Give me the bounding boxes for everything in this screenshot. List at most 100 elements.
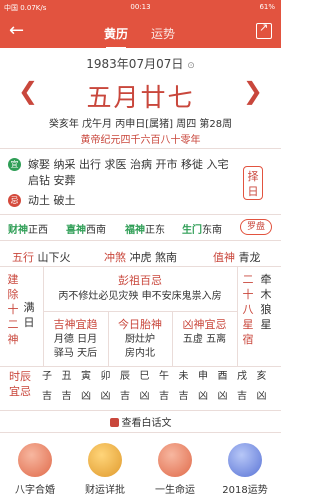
share-icon[interactable] bbox=[256, 21, 272, 39]
fortune-icon bbox=[228, 443, 262, 477]
xiongshen-title: 凶神宜忌 bbox=[182, 318, 227, 331]
jishen-title: 吉神宜趋 bbox=[53, 318, 98, 331]
hour-column: 亥凶 bbox=[253, 369, 271, 404]
yi-section: 宜 嫁娶 纳采 出行 求医 治病 开市 移徙 入宅 启钻 安葬 bbox=[8, 157, 233, 189]
tab-yunshi[interactable]: 运势 bbox=[151, 25, 175, 42]
hour-column: 寅凶 bbox=[77, 369, 95, 404]
divider bbox=[0, 148, 281, 149]
wuxing: 五行 山下火 bbox=[12, 251, 71, 264]
hour-luck: 吉 bbox=[237, 391, 247, 402]
grid-line bbox=[237, 266, 238, 366]
document-icon bbox=[109, 418, 119, 427]
hours-luck: 时辰宜忌 子吉丑吉寅凶卯凶辰吉巳凶午吉未吉申凶酉凶戌吉亥凶 bbox=[0, 369, 281, 409]
ingot-icon bbox=[88, 443, 122, 477]
divider bbox=[0, 214, 281, 215]
shortcut-2018[interactable]: 2018运势 bbox=[210, 440, 280, 496]
book-icon bbox=[18, 443, 52, 477]
next-day-button[interactable]: ❯ bbox=[243, 78, 263, 104]
shortcut-mingyun[interactable]: 一生命运 bbox=[140, 440, 210, 496]
jianchu-label: 建除十二神 bbox=[7, 273, 19, 346]
hour-column: 戌吉 bbox=[233, 369, 251, 404]
pengzu-text: 丙不修灶必见灾殃 申不安床鬼祟入房 bbox=[58, 291, 222, 302]
hour-name: 子 bbox=[42, 371, 52, 382]
hour-luck: 凶 bbox=[217, 391, 228, 402]
hour-name: 午 bbox=[159, 371, 169, 382]
hour-luck: 吉 bbox=[178, 391, 189, 402]
hour-name: 未 bbox=[178, 371, 189, 382]
hour-luck: 吉 bbox=[61, 391, 72, 402]
zhishen: 值神 青龙 bbox=[213, 251, 261, 264]
hour-name: 辰 bbox=[120, 371, 130, 382]
arrow-left-icon[interactable]: ← bbox=[9, 22, 24, 40]
gregorian-date: 1983年07月07日 bbox=[86, 57, 184, 71]
ji-text: 动土 破土 bbox=[28, 194, 76, 207]
hour-luck: 凶 bbox=[256, 391, 267, 402]
hour-name: 寅 bbox=[81, 371, 91, 382]
hour-column: 辰吉 bbox=[116, 369, 134, 404]
xishen: 喜神西南 bbox=[66, 225, 106, 236]
choose-day-button[interactable]: 择日 bbox=[243, 166, 263, 200]
hour-name: 丑 bbox=[61, 371, 72, 382]
divider bbox=[43, 311, 237, 312]
taishen-line1: 厨灶炉 bbox=[125, 334, 155, 345]
lunar-date: 五月廿七 bbox=[86, 83, 195, 112]
xiongshen-line1: 五虚 五离 bbox=[182, 334, 227, 345]
shortcut-caiyun[interactable]: 财运详批 bbox=[70, 440, 140, 496]
chongsha: 冲煞 冲虎 煞南 bbox=[104, 251, 177, 264]
hour-luck: 凶 bbox=[100, 391, 111, 402]
hour-column: 卯凶 bbox=[97, 369, 115, 404]
shortcut-bazi[interactable]: 八字合婚 bbox=[0, 440, 70, 496]
divider bbox=[0, 410, 281, 411]
hour-name: 亥 bbox=[256, 371, 267, 382]
hour-luck: 凶 bbox=[139, 391, 150, 402]
hours-label: 时辰宜忌 bbox=[9, 370, 31, 398]
xiu-value: 牵木狼星 bbox=[260, 273, 272, 331]
hour-column: 酉凶 bbox=[214, 369, 232, 404]
battery-level: 61% bbox=[259, 3, 275, 11]
divider bbox=[0, 240, 281, 241]
hour-name: 酉 bbox=[217, 371, 228, 382]
jishen-line1: 月德 日月 bbox=[53, 334, 98, 345]
divider bbox=[0, 432, 281, 433]
yi-mark: 宜 bbox=[8, 158, 21, 171]
jishen-line2: 驿马 天后 bbox=[53, 348, 98, 359]
hour-name: 戌 bbox=[237, 371, 247, 382]
hour-luck: 吉 bbox=[159, 391, 169, 402]
hour-name: 申 bbox=[198, 371, 208, 382]
hour-column: 子吉 bbox=[38, 369, 56, 404]
ji-section: 忌 动土 破土 bbox=[8, 193, 233, 209]
xiu-label: 二十八星宿 bbox=[242, 273, 254, 346]
hour-column: 申凶 bbox=[194, 369, 212, 404]
hour-luck: 吉 bbox=[120, 391, 130, 402]
hour-column: 丑吉 bbox=[58, 369, 76, 404]
view-plain-text-button[interactable]: 查看白话文 bbox=[0, 414, 281, 429]
tab-huangli[interactable]: 黄历 bbox=[104, 25, 128, 49]
pengzu-title: 彭祖百忌 bbox=[118, 274, 162, 287]
hour-name: 卯 bbox=[100, 371, 111, 382]
fushen: 福神正东 bbox=[125, 225, 165, 236]
hour-name: 巳 bbox=[139, 371, 150, 382]
app-header: ← 黄历 运势 bbox=[0, 15, 281, 49]
taishen-line2: 房内北 bbox=[125, 348, 155, 359]
taishen-title: 今日胎神 bbox=[118, 318, 162, 331]
status-bar: 中国 0.07K/s 00:13 61% bbox=[0, 0, 281, 15]
ji-mark: 忌 bbox=[8, 194, 21, 207]
huangdi-era: 黄帝纪元四千六百八十零年 bbox=[80, 135, 201, 146]
yi-text: 嫁娶 纳采 出行 求医 治病 开市 移徙 入宅 启钻 安葬 bbox=[28, 158, 229, 187]
clock: 00:13 bbox=[130, 3, 151, 11]
divider bbox=[0, 366, 281, 367]
fan-icon bbox=[158, 443, 192, 477]
hour-luck: 凶 bbox=[81, 391, 91, 402]
hour-column: 未吉 bbox=[175, 369, 193, 404]
hour-column: 午吉 bbox=[155, 369, 173, 404]
compass-button[interactable]: 罗盘 bbox=[240, 219, 272, 235]
caishen: 财神正西 bbox=[8, 225, 48, 236]
hour-luck: 吉 bbox=[42, 391, 52, 402]
shengmen: 生门东南 bbox=[182, 225, 222, 236]
hour-column: 巳凶 bbox=[136, 369, 154, 404]
gregorian-date-selector[interactable]: 1983年07月07日 ⊙ bbox=[0, 55, 281, 72]
jianchu-value: 满日 bbox=[23, 301, 35, 329]
shortcut-bar: 八字合婚 财运详批 一生命运 2018运势 bbox=[0, 440, 281, 500]
dropdown-icon: ⊙ bbox=[187, 61, 195, 71]
hour-luck: 凶 bbox=[198, 391, 208, 402]
